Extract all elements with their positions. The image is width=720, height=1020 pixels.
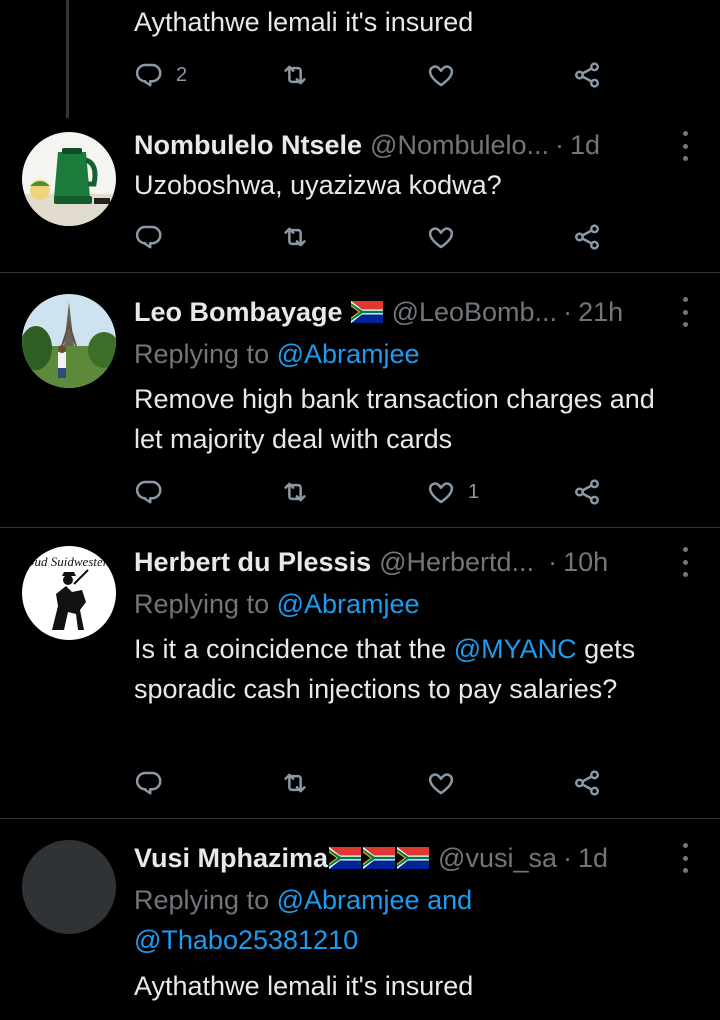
replying-to: Replying to @Abramjee xyxy=(134,584,680,624)
south-africa-flag-icon xyxy=(329,847,361,869)
like-button[interactable]: 1 xyxy=(426,475,479,509)
reply-icon xyxy=(134,477,164,507)
avatar-kettle-image xyxy=(22,132,116,226)
separator-dot: · xyxy=(548,546,558,577)
share-icon xyxy=(572,222,602,252)
display-name[interactable]: Herbert du Plessis xyxy=(134,547,371,578)
avatar-eiffel-image xyxy=(22,294,116,388)
replying-label: Replying to xyxy=(134,885,270,915)
tweet-actions: 1 xyxy=(134,475,604,509)
south-africa-flag-icon xyxy=(351,301,383,323)
retweet-icon xyxy=(280,477,310,507)
tweet-header: Leo Bombayage @LeoBomb... · 21h xyxy=(134,294,664,330)
timestamp[interactable]: 1d xyxy=(570,130,600,161)
reply-icon xyxy=(134,768,164,798)
avatar-logo-text: Oud Suidwesters xyxy=(25,554,113,569)
tweet-text: Uzoboshwa, uyazizwa kodwa? xyxy=(134,170,502,200)
divider xyxy=(0,272,720,273)
reply-mention-link[interactable]: @Abramjee xyxy=(277,339,420,369)
username[interactable]: @LeoBomb... xyxy=(392,297,558,328)
tweet-actions xyxy=(134,220,604,254)
username[interactable]: @Nombulelo... xyxy=(370,130,549,161)
reply-button[interactable]: 2 xyxy=(134,58,187,92)
divider xyxy=(0,527,720,528)
separator-dot: · xyxy=(563,296,573,327)
like-button[interactable] xyxy=(426,220,456,254)
retweet-icon xyxy=(280,60,310,90)
heart-icon xyxy=(426,222,456,252)
reply-icon xyxy=(134,222,164,252)
mention-link[interactable]: @MYANC xyxy=(454,634,577,664)
display-name[interactable]: Vusi Mphazima xyxy=(134,843,328,874)
retweet-button[interactable] xyxy=(280,220,310,254)
reply-icon xyxy=(134,60,164,90)
south-africa-flag-icon xyxy=(363,847,395,869)
reply-mention-link-2[interactable]: @Thabo25381210 xyxy=(134,925,358,955)
display-name[interactable]: Leo Bombayage xyxy=(134,297,343,328)
reply-mention-link[interactable]: @Abramjee and xyxy=(277,885,473,915)
replying-label: Replying to xyxy=(134,339,270,369)
more-icon xyxy=(682,297,688,302)
like-button[interactable] xyxy=(426,58,456,92)
share-button[interactable] xyxy=(572,220,602,254)
tweet-text: Aythathwe lemali it's insured xyxy=(134,7,474,37)
display-name[interactable]: Nombulelo Ntsele xyxy=(134,130,362,161)
tweet-text: Remove high bank transaction charges and… xyxy=(134,384,655,454)
tweet-actions: 2 xyxy=(134,58,604,92)
south-africa-flag-icon xyxy=(397,847,429,869)
share-icon xyxy=(572,768,602,798)
timestamp[interactable]: 1d xyxy=(578,843,608,874)
divider xyxy=(0,818,720,819)
timestamp[interactable]: 10h xyxy=(563,547,608,578)
more-icon xyxy=(682,547,688,552)
tweet-header: Herbert du Plessis @Herbertd... · 10h xyxy=(134,544,664,580)
avatar[interactable] xyxy=(22,840,116,934)
reply-count: 2 xyxy=(176,63,188,86)
tweet-actions xyxy=(134,766,604,800)
avatar[interactable] xyxy=(22,294,116,388)
heart-icon xyxy=(426,477,456,507)
replying-to: Replying to @Abramjee and @Thabo25381210 xyxy=(134,880,680,960)
separator-dot: · xyxy=(555,129,565,160)
tweet-header: Vusi Mphazima @vusi_sa · 1d xyxy=(134,840,664,876)
share-button[interactable] xyxy=(572,58,602,92)
reply-button[interactable] xyxy=(134,475,164,509)
share-button[interactable] xyxy=(572,475,602,509)
tweet-text: Is it a coincidence that the @MYANC gets… xyxy=(134,629,680,709)
like-button[interactable] xyxy=(426,766,456,800)
username[interactable]: @vusi_sa xyxy=(438,843,557,874)
share-icon xyxy=(572,477,602,507)
retweet-button[interactable] xyxy=(280,475,310,509)
tweet-text: Aythathwe lemali it's insured xyxy=(134,971,474,1001)
share-button[interactable] xyxy=(572,766,602,800)
like-count: 1 xyxy=(468,480,480,503)
more-options-button[interactable] xyxy=(680,547,690,577)
more-icon xyxy=(682,843,688,848)
more-icon xyxy=(682,131,688,136)
reply-button[interactable] xyxy=(134,220,164,254)
more-options-button[interactable] xyxy=(680,131,690,161)
tweet-text-before: Is it a coincidence that the xyxy=(134,634,447,664)
tweet-header: Nombulelo Ntsele @Nombulelo... · 1d xyxy=(134,127,664,163)
retweet-button[interactable] xyxy=(280,766,310,800)
retweet-button[interactable] xyxy=(280,58,310,92)
share-icon xyxy=(572,60,602,90)
replying-to: Replying to @Abramjee xyxy=(134,334,680,374)
username[interactable]: @Herbertd... xyxy=(379,547,534,578)
avatar[interactable]: Oud Suidwesters xyxy=(22,546,116,640)
heart-icon xyxy=(426,60,456,90)
reply-mention-link[interactable]: @Abramjee xyxy=(277,589,420,619)
reply-button[interactable] xyxy=(134,766,164,800)
thread-line xyxy=(66,0,69,118)
avatar[interactable] xyxy=(22,132,116,226)
more-options-button[interactable] xyxy=(680,843,690,873)
retweet-icon xyxy=(280,222,310,252)
timestamp[interactable]: 21h xyxy=(578,297,623,328)
heart-icon xyxy=(426,768,456,798)
avatar-suidwesters-logo: Oud Suidwesters xyxy=(22,546,116,640)
retweet-icon xyxy=(280,768,310,798)
more-options-button[interactable] xyxy=(680,297,690,327)
separator-dot: · xyxy=(563,842,573,873)
replying-label: Replying to xyxy=(134,589,270,619)
